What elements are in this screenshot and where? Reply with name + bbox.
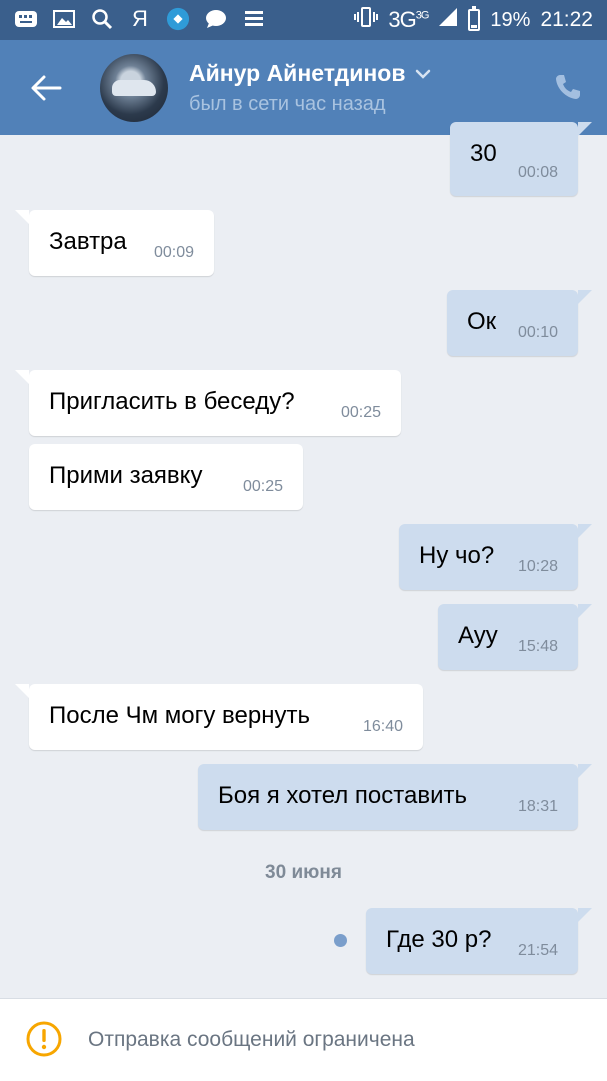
message-text: Пригласить в беседу?	[49, 388, 295, 415]
battery-icon	[468, 6, 481, 31]
chevron-down-icon	[416, 69, 431, 79]
keyboard-icon	[14, 7, 38, 31]
message-bubble[interactable]: Ауу 15:48	[438, 604, 592, 670]
vibrate-icon	[354, 6, 379, 34]
message-bubble[interactable]: Где 30 р? 21:54	[366, 908, 592, 974]
contact-avatar[interactable]	[100, 54, 168, 122]
status-bar: Я 3G3G 19% 21:22	[0, 0, 607, 40]
system-indicators: 3G3G 19% 21:22	[354, 6, 593, 34]
notification-icons: Я	[14, 6, 266, 31]
message-time: 00:08	[517, 164, 558, 181]
battery-percent: 19%	[490, 8, 531, 31]
message-time: 00:10	[517, 324, 558, 341]
back-arrow-icon[interactable]	[28, 70, 64, 106]
phone-icon[interactable]	[553, 72, 583, 102]
contact-name[interactable]: Айнур Айнетдинов	[189, 60, 431, 87]
chat-icon	[204, 7, 228, 31]
message-bubble[interactable]: Ну чо? 10:28	[399, 524, 592, 590]
unread-indicator-icon	[334, 934, 347, 947]
message-time: 18:31	[517, 798, 558, 815]
image-icon	[52, 7, 76, 31]
message-bubble[interactable]: После Чм могу вернуть 16:40	[15, 684, 423, 750]
app-icon	[166, 7, 190, 31]
message-bubble[interactable]: Прими заявку 00:25	[29, 444, 303, 510]
message-text: 30	[470, 140, 497, 167]
message-bubble[interactable]: 30 00:08	[450, 122, 592, 196]
search-icon	[90, 7, 114, 31]
message-text: Ок	[467, 308, 497, 335]
message-time: 21:54	[517, 942, 558, 959]
signal-icon	[438, 7, 458, 33]
message-time: 10:28	[517, 558, 558, 575]
chat-header: Айнур Айнетдинов был в сети час назад	[0, 40, 607, 135]
message-time: 15:48	[517, 638, 558, 655]
message-time: 16:40	[362, 718, 403, 735]
message-time: 00:25	[340, 404, 381, 421]
message-time: 00:09	[153, 244, 194, 261]
message-text: Ну чо?	[419, 542, 495, 569]
restriction-text: Отправка сообщений ограничена	[88, 1028, 415, 1051]
contact-status: был в сети час назад	[189, 93, 386, 115]
message-bubble[interactable]: Пригласить в беседу? 00:25	[15, 370, 401, 436]
message-text: Боя я хотел поставить	[218, 782, 467, 809]
yandex-icon: Я	[132, 6, 148, 31]
date-separator: 30 июня	[265, 862, 342, 883]
message-text: Завтра	[49, 228, 127, 255]
message-restriction-bar: Отправка сообщений ограничена	[0, 998, 607, 1081]
battery-fill	[471, 24, 478, 28]
message-text: Ауу	[458, 622, 498, 649]
sync-icon	[242, 7, 266, 31]
message-text: Где 30 р?	[386, 926, 492, 953]
message-bubble[interactable]: Ок 00:10	[447, 290, 592, 356]
message-bubble[interactable]: Завтра 00:09	[15, 210, 214, 276]
message-text: После Чм могу вернуть	[49, 702, 310, 729]
network-type: 3G3G	[388, 7, 429, 32]
message-text: Прими заявку	[49, 462, 203, 489]
warning-icon	[25, 1020, 63, 1058]
message-bubble[interactable]: Боя я хотел поставить 18:31	[198, 764, 592, 830]
message-time: 00:25	[242, 478, 283, 495]
clock: 21:22	[540, 8, 593, 31]
contact-name-label: Айнур Айнетдинов	[189, 60, 406, 86]
